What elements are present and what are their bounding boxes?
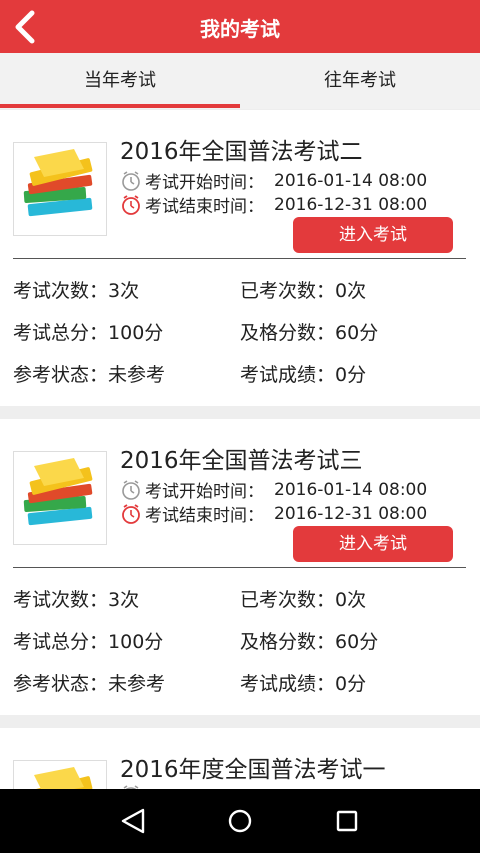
start-time-row: 考试开始时间： 2016-01-14 08:00 [120, 168, 427, 193]
nav-back-button[interactable] [115, 803, 151, 839]
books-icon [29, 767, 93, 789]
pass-score-label: 及格分数： [240, 631, 336, 653]
status-value: 未参考 [108, 673, 166, 695]
exam-title: 2016年度全国普法考试一 [120, 757, 386, 783]
exam-count-value: 3次 [108, 589, 140, 611]
exam-thumbnail [13, 760, 107, 789]
status-stat: 参考状态：未参考 [13, 360, 165, 387]
active-tab-indicator [0, 104, 240, 108]
taken-count-label: 已考次数： [240, 589, 336, 611]
pass-score-value: 60分 [335, 322, 379, 344]
result-stat: 考试成绩：0分 [240, 360, 366, 387]
pass-score-stat: 及格分数：60分 [240, 318, 378, 345]
start-time-label: 考试开始时间： [145, 173, 264, 193]
total-score-stat: 考试总分：100分 [13, 318, 163, 345]
enter-exam-button[interactable]: 进入考试 [293, 526, 453, 562]
result-label: 考试成绩： [240, 364, 336, 386]
enter-exam-button[interactable]: 进入考试 [293, 217, 453, 253]
divider [13, 258, 466, 259]
taken-count-value: 0次 [335, 280, 367, 302]
end-time-row: 考试结束时间： 2016-12-31 08:00 [120, 192, 427, 217]
alarm-clock-icon [122, 503, 140, 524]
result-stat: 考试成绩：0分 [240, 669, 366, 696]
start-time-label: 考试开始时间： [145, 482, 264, 502]
status-label: 参考状态： [13, 364, 109, 386]
taken-count-label: 已考次数： [240, 280, 336, 302]
exam-thumbnail [13, 451, 107, 545]
status-label: 参考状态： [13, 673, 109, 695]
exam-card: 2016年全国普法考试二 考试开始时间： 2016-01-14 08:00 考试… [0, 110, 480, 406]
end-time-value: 2016-12-31 08:00 [274, 503, 428, 524]
exam-title: 2016年全国普法考试三 [120, 448, 363, 474]
end-time-label: 考试结束时间： [145, 197, 264, 217]
page-title: 我的考试 [200, 17, 280, 41]
total-score-stat: 考试总分：100分 [13, 627, 163, 654]
status-value: 未参考 [108, 364, 166, 386]
taken-count-stat: 已考次数：0次 [240, 585, 366, 612]
taken-count-stat: 已考次数：0次 [240, 276, 366, 303]
end-time-label: 考试结束时间： [145, 506, 264, 526]
total-score-label: 考试总分： [13, 631, 109, 653]
end-time-value: 2016-12-31 08:00 [274, 194, 428, 215]
pass-score-stat: 及格分数：60分 [240, 627, 378, 654]
total-score-label: 考试总分： [13, 322, 109, 344]
clock-icon [122, 479, 140, 500]
total-score-value: 100分 [108, 322, 164, 344]
nav-recents-button[interactable] [329, 803, 365, 839]
start-time-value: 2016-01-14 08:00 [274, 170, 428, 191]
status-stat: 参考状态：未参考 [13, 669, 165, 696]
exam-count-label: 考试次数： [13, 589, 109, 611]
divider [13, 567, 466, 568]
top-bar: 我的考试 [0, 0, 480, 53]
exam-thumbnail [13, 142, 107, 236]
recents-square-icon [336, 810, 358, 832]
tab-past-years[interactable]: 往年考试 [240, 53, 480, 109]
exam-count-label: 考试次数： [13, 280, 109, 302]
result-value: 0分 [335, 673, 367, 695]
books-icon [23, 458, 93, 526]
end-time-row: 考试结束时间： 2016-12-31 08:00 [120, 501, 427, 526]
system-nav-bar [0, 789, 480, 853]
exam-title: 2016年全国普法考试二 [120, 139, 363, 165]
nav-home-button[interactable] [222, 803, 258, 839]
clock-icon [122, 170, 140, 191]
alarm-clock-icon [122, 194, 140, 215]
exam-count-stat: 考试次数：3次 [13, 585, 139, 612]
home-circle-icon [228, 809, 252, 833]
exam-count-value: 3次 [108, 280, 140, 302]
taken-count-value: 0次 [335, 589, 367, 611]
total-score-value: 100分 [108, 631, 164, 653]
exam-card: 2016年全国普法考试三 考试开始时间： 2016-01-14 08:00 考试… [0, 419, 480, 715]
start-time-value: 2016-01-14 08:00 [274, 479, 428, 500]
start-time-row: 考试开始时间： 2016-01-14 08:00 [120, 477, 427, 502]
pass-score-label: 及格分数： [240, 322, 336, 344]
books-icon [23, 149, 93, 217]
back-triangle-icon [121, 808, 145, 834]
tab-bar: 当年考试 往年考试 [0, 53, 480, 109]
result-value: 0分 [335, 364, 367, 386]
result-label: 考试成绩： [240, 673, 336, 695]
tab-current-year[interactable]: 当年考试 [0, 53, 240, 109]
exam-count-stat: 考试次数：3次 [13, 276, 139, 303]
pass-score-value: 60分 [335, 631, 379, 653]
exam-card: 2016年度全国普法考试一 [0, 728, 480, 789]
